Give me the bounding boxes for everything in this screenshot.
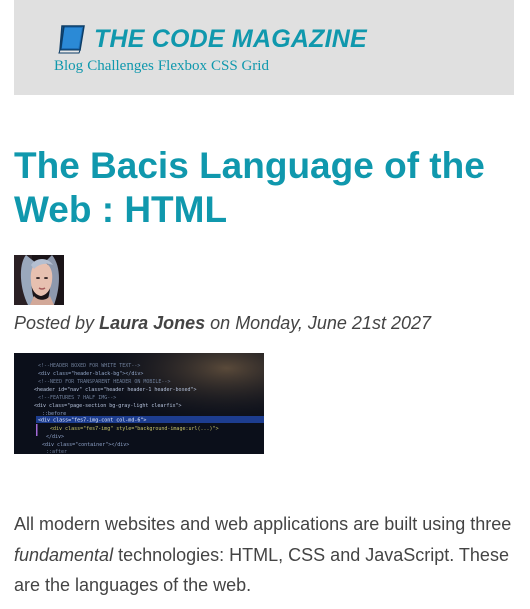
svg-text:::after: ::after: [46, 449, 67, 454]
svg-text:</div>: </div>: [46, 434, 64, 440]
svg-text:<!--FEATURES 7 HALF IMG-->: <!--FEATURES 7 HALF IMG-->: [38, 395, 116, 401]
post-date: Monday, June 21st 2027: [235, 313, 431, 333]
svg-text:<!--NEED FOR TRANSPARENT HEADE: <!--NEED FOR TRANSPARENT HEADER ON MOBIL…: [38, 379, 170, 385]
intro-paragraph: All modern websites and web applications…: [14, 509, 514, 601]
byline: Posted by Laura Jones on Monday, June 21…: [14, 313, 431, 334]
brand[interactable]: THE CODE MAGAZINE: [56, 24, 367, 54]
nav-link-blog[interactable]: Blog: [54, 58, 83, 75]
post-image: <!--HEADER BOXED FOR WHITE TEXT--> <div …: [14, 353, 264, 454]
brand-name: THE CODE MAGAZINE: [94, 24, 367, 53]
author-name: Laura Jones: [99, 313, 206, 333]
nav-link-flexbox[interactable]: Flexbox: [158, 58, 207, 75]
article-title: The Bacis Language of the Web : HTML: [14, 145, 485, 231]
nav-link-challenges[interactable]: Challenges: [87, 58, 154, 75]
svg-text:<!--HEADER BOXED FOR WHITE TEX: <!--HEADER BOXED FOR WHITE TEXT-->: [38, 363, 140, 369]
svg-text:<div class="page-section bg-gr: <div class="page-section bg-gray-light c…: [34, 403, 182, 409]
intro-text-1: All modern websites and web applications…: [14, 514, 512, 534]
intro-emphasis: fundamental: [14, 544, 114, 565]
svg-text:<div class="container"></div>: <div class="container"></div>: [42, 442, 129, 448]
site-header: THE CODE MAGAZINE Blog Challenges Flexbo…: [14, 0, 514, 95]
byline-middle: on: [210, 313, 231, 333]
svg-text:<div class="fes7-img-cont col-: <div class="fes7-img-cont col-md-6">: [38, 418, 146, 424]
nav-link-css-grid[interactable]: CSS Grid: [211, 58, 269, 75]
svg-text:<div class="header-black-bg"><: <div class="header-black-bg"></div>: [38, 371, 143, 377]
main-nav: Blog Challenges Flexbox CSS Grid: [54, 58, 269, 75]
author-avatar: [14, 255, 64, 305]
svg-text:<div class="fes7-img" style="b: <div class="fes7-img" style="background-…: [50, 426, 219, 432]
byline-prefix: Posted by: [14, 313, 95, 333]
svg-text:<header id="nav" class="header: <header id="nav" class="header header-1 …: [34, 387, 197, 393]
book-icon: [56, 24, 88, 54]
